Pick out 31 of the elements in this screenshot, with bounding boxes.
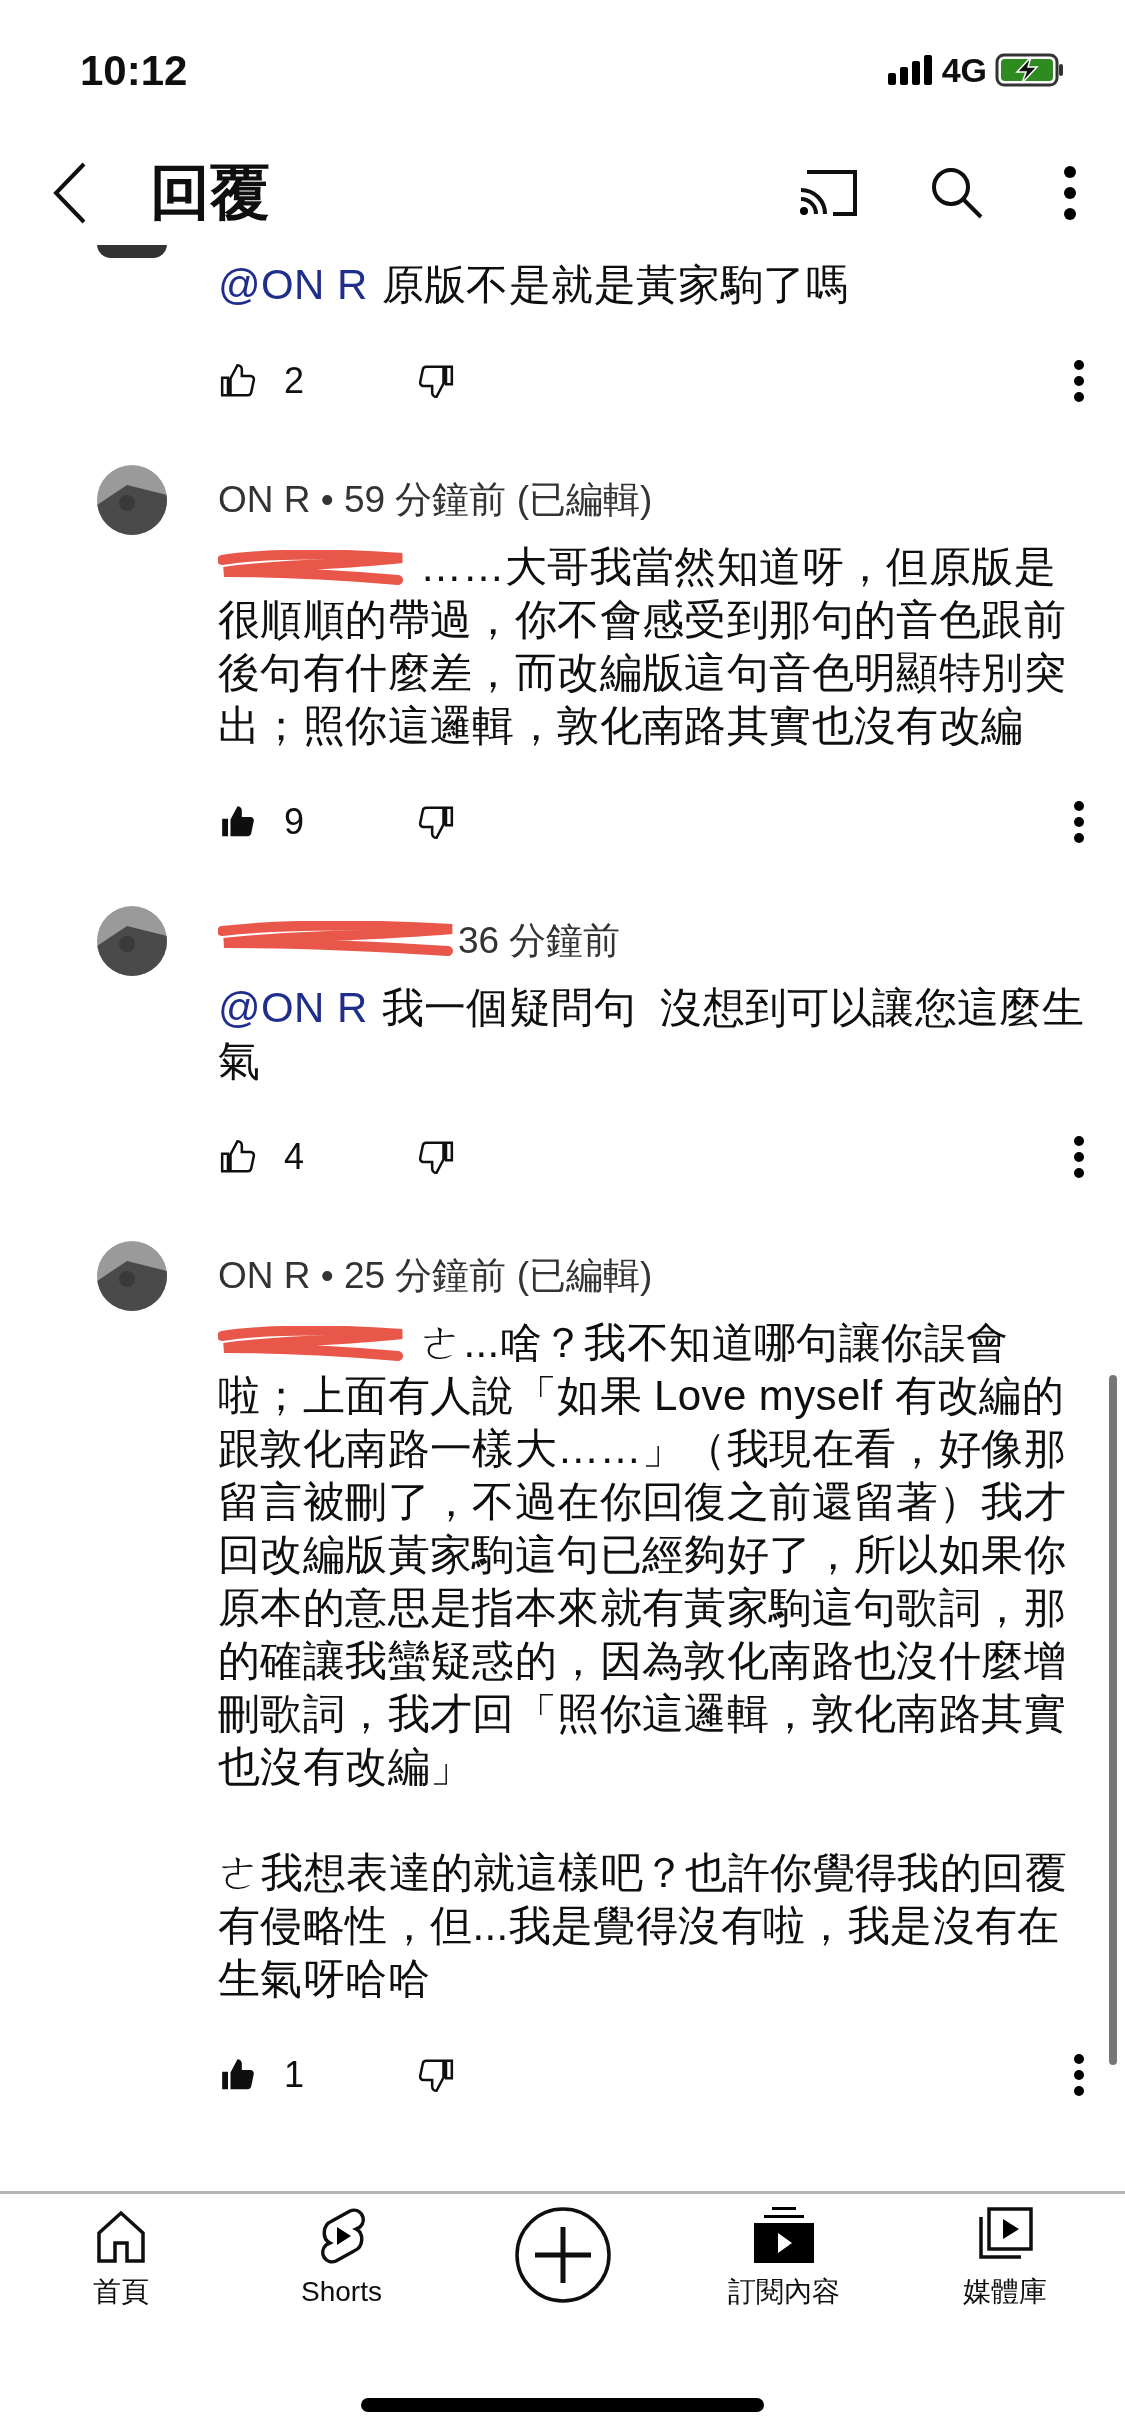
comment-meta: ON R • 25 分鐘前 (已編輯): [218, 1254, 653, 1298]
nav-tab[interactable]: 訂閱內容: [683, 2204, 884, 2314]
battery-icon: [995, 53, 1065, 87]
comment-text: ……大哥我當然知道呀，但原版是很順順的帶過，你不會感受到那句的音色跟前後句有什麼差，而改編版這句音色明顯特別突出；照你這邏輯，敦化南路其實也沒有改編: [218, 542, 1067, 751]
mention-link[interactable]: @ON R: [218, 984, 368, 1031]
subscriptions-icon: [751, 2205, 816, 2265]
nav-tab[interactable]: Shorts: [241, 2204, 442, 2314]
cast-icon[interactable]: [797, 167, 859, 218]
like-count: 9: [284, 800, 306, 844]
mention-link[interactable]: @ON R: [218, 261, 368, 308]
comment-text: ㄜ...啥？我不知道哪句讓你誤會啦；上面有人說「如果 Love myself 有改編的跟敦化南路一樣大……」（我現在看，好像那留言被刪了，不過在你回復之前還留著）我才回改編版黃家駒這句已經夠好了，所以如果你原本的意思是指本來就有黃家駒這句歌詞，那的確讓我蠻疑惑的，因為敦化南路也沒什麼增刪歌詞，我才回「照你這邏輯，敦化南路其實也沒有改編」: [218, 1318, 1067, 1792]
more-button[interactable]: [1073, 2053, 1085, 2097]
status-time: 10:12: [80, 45, 188, 96]
more-button[interactable]: [1073, 1135, 1085, 1179]
more-icon[interactable]: [1063, 164, 1077, 221]
network-label: 4G: [941, 49, 987, 91]
comment-text: ㄜ我想表達的就這樣吧？也許你覺得我的回覆有侵略性，但...我是覺得沒有啦，我是沒有在生氣呀哈哈: [218, 1848, 1068, 2004]
nav-tab[interactable]: 媒體庫: [904, 2204, 1105, 2314]
signal-icon: [887, 55, 934, 85]
scrollbar[interactable]: [1109, 1375, 1117, 2065]
page-title: 回覆: [150, 157, 270, 228]
comment-text: @ON R 我一個疑問句 沒想到可以讓您這麼生氣: [218, 983, 1085, 1086]
more-button[interactable]: [1073, 800, 1085, 844]
like-count: 1: [284, 2053, 306, 2097]
like-count: 4: [284, 1135, 306, 1179]
comment-meta: ON R • 59 分鐘前 (已編輯): [218, 478, 653, 522]
comment-meta: 36 分鐘前: [458, 919, 621, 963]
like-count: 2: [284, 359, 306, 403]
comment-text: @ON R 原版不是就是黃家駒了嗎: [218, 260, 850, 310]
more-button[interactable]: [1073, 359, 1085, 403]
nav-tab[interactable]: 首頁: [20, 2204, 221, 2314]
